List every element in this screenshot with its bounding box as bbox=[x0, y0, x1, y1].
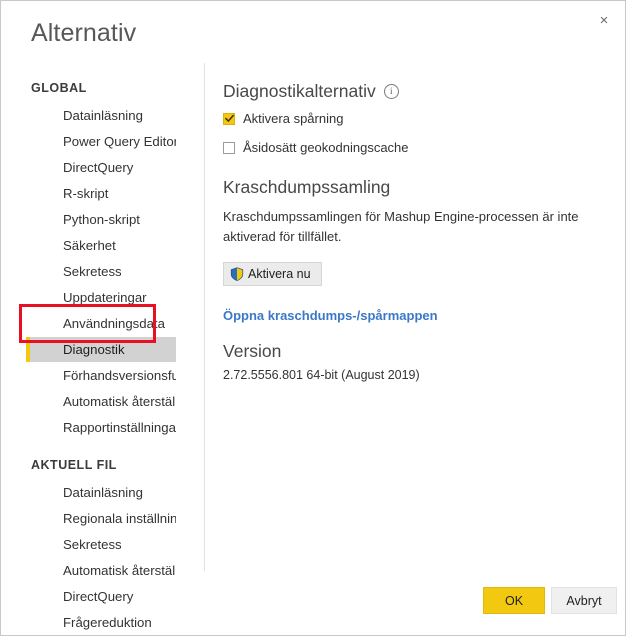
check-icon bbox=[224, 114, 234, 123]
ok-button[interactable]: OK bbox=[483, 587, 545, 614]
override-geocoding-cache-label: Åsidosätt geokodningscache bbox=[243, 140, 409, 155]
diagnostics-heading: Diagnostikalternativ i bbox=[223, 81, 609, 102]
override-geocoding-cache-checkbox[interactable] bbox=[223, 141, 235, 154]
sidebar-item-automatisk-aterstallning-global[interactable]: Automatisk återställning bbox=[26, 389, 176, 414]
sidebar: GLOBAL Datainläsning Power Query Editor … bbox=[1, 63, 204, 630]
sidebar-group-header-global: GLOBAL bbox=[31, 81, 87, 95]
sidebar-item-sakerhet[interactable]: Säkerhet bbox=[26, 233, 176, 258]
info-icon-glyph: i bbox=[389, 85, 393, 96]
close-icon[interactable]: × bbox=[587, 5, 621, 35]
sidebar-item-power-query-editor[interactable]: Power Query Editor bbox=[26, 129, 176, 154]
sidebar-item-diagnostik[interactable]: Diagnostik bbox=[26, 337, 176, 362]
enable-tracing-checkbox[interactable] bbox=[223, 112, 235, 125]
sidebar-item-rapportinstallningar-global[interactable]: Rapportinställningar bbox=[26, 415, 176, 440]
dialog-titlebar: Alternativ × bbox=[1, 1, 625, 63]
options-dialog: Alternativ × GLOBAL Datainläsning Power … bbox=[0, 0, 626, 636]
diagnostics-heading-text: Diagnostikalternativ bbox=[223, 81, 376, 101]
version-heading: Version bbox=[223, 341, 282, 361]
enable-now-button[interactable]: Aktivera nu bbox=[223, 262, 322, 286]
crashdump-heading: Kraschdumpssamling bbox=[223, 177, 391, 197]
sidebar-item-directquery-global[interactable]: DirectQuery bbox=[26, 155, 176, 180]
page-title: Alternativ bbox=[31, 19, 137, 47]
sidebar-item-sekretess-global[interactable]: Sekretess bbox=[26, 259, 176, 284]
dialog-footer: OK Avbryt bbox=[1, 571, 625, 635]
sidebar-item-datainlasning-global[interactable]: Datainläsning bbox=[26, 103, 176, 128]
version-value: 2.72.5556.801 64-bit (August 2019) bbox=[223, 368, 420, 382]
sidebar-item-python-skript[interactable]: Python-skript bbox=[26, 207, 176, 232]
shield-icon bbox=[230, 267, 244, 281]
sidebar-item-anvandningsdata[interactable]: Användningsdata bbox=[26, 311, 176, 336]
sidebar-item-sekretess-file[interactable]: Sekretess bbox=[26, 532, 176, 557]
enable-tracing-checkbox-row[interactable]: Aktivera spårning bbox=[223, 111, 609, 126]
sidebar-item-regionala-installningar[interactable]: Regionala inställningar bbox=[26, 506, 176, 531]
enable-tracing-label: Aktivera spårning bbox=[243, 111, 344, 126]
crashdump-description: Kraschdumpssamlingen för Mashup Engine-p… bbox=[223, 209, 579, 244]
sidebar-item-uppdateringar[interactable]: Uppdateringar bbox=[26, 285, 176, 310]
info-icon[interactable]: i bbox=[383, 84, 399, 99]
cancel-button[interactable]: Avbryt bbox=[551, 587, 617, 614]
sidebar-item-r-skript[interactable]: R-skript bbox=[26, 181, 176, 206]
main-content: Diagnostikalternativ i Aktivera spårning… bbox=[205, 63, 625, 571]
override-geocoding-cache-checkbox-row[interactable]: Åsidosätt geokodningscache bbox=[223, 140, 609, 155]
sidebar-item-datainlasning-file[interactable]: Datainläsning bbox=[26, 480, 176, 505]
sidebar-group-header-aktuell-fil: AKTUELL FIL bbox=[31, 458, 117, 472]
enable-now-button-label: Aktivera nu bbox=[248, 267, 311, 281]
sidebar-item-forhandsversionsfunktioner[interactable]: Förhandsversionsfunktioner bbox=[26, 363, 176, 388]
open-crashdump-folder-link[interactable]: Öppna kraschdumps-/spårmappen bbox=[223, 308, 438, 323]
